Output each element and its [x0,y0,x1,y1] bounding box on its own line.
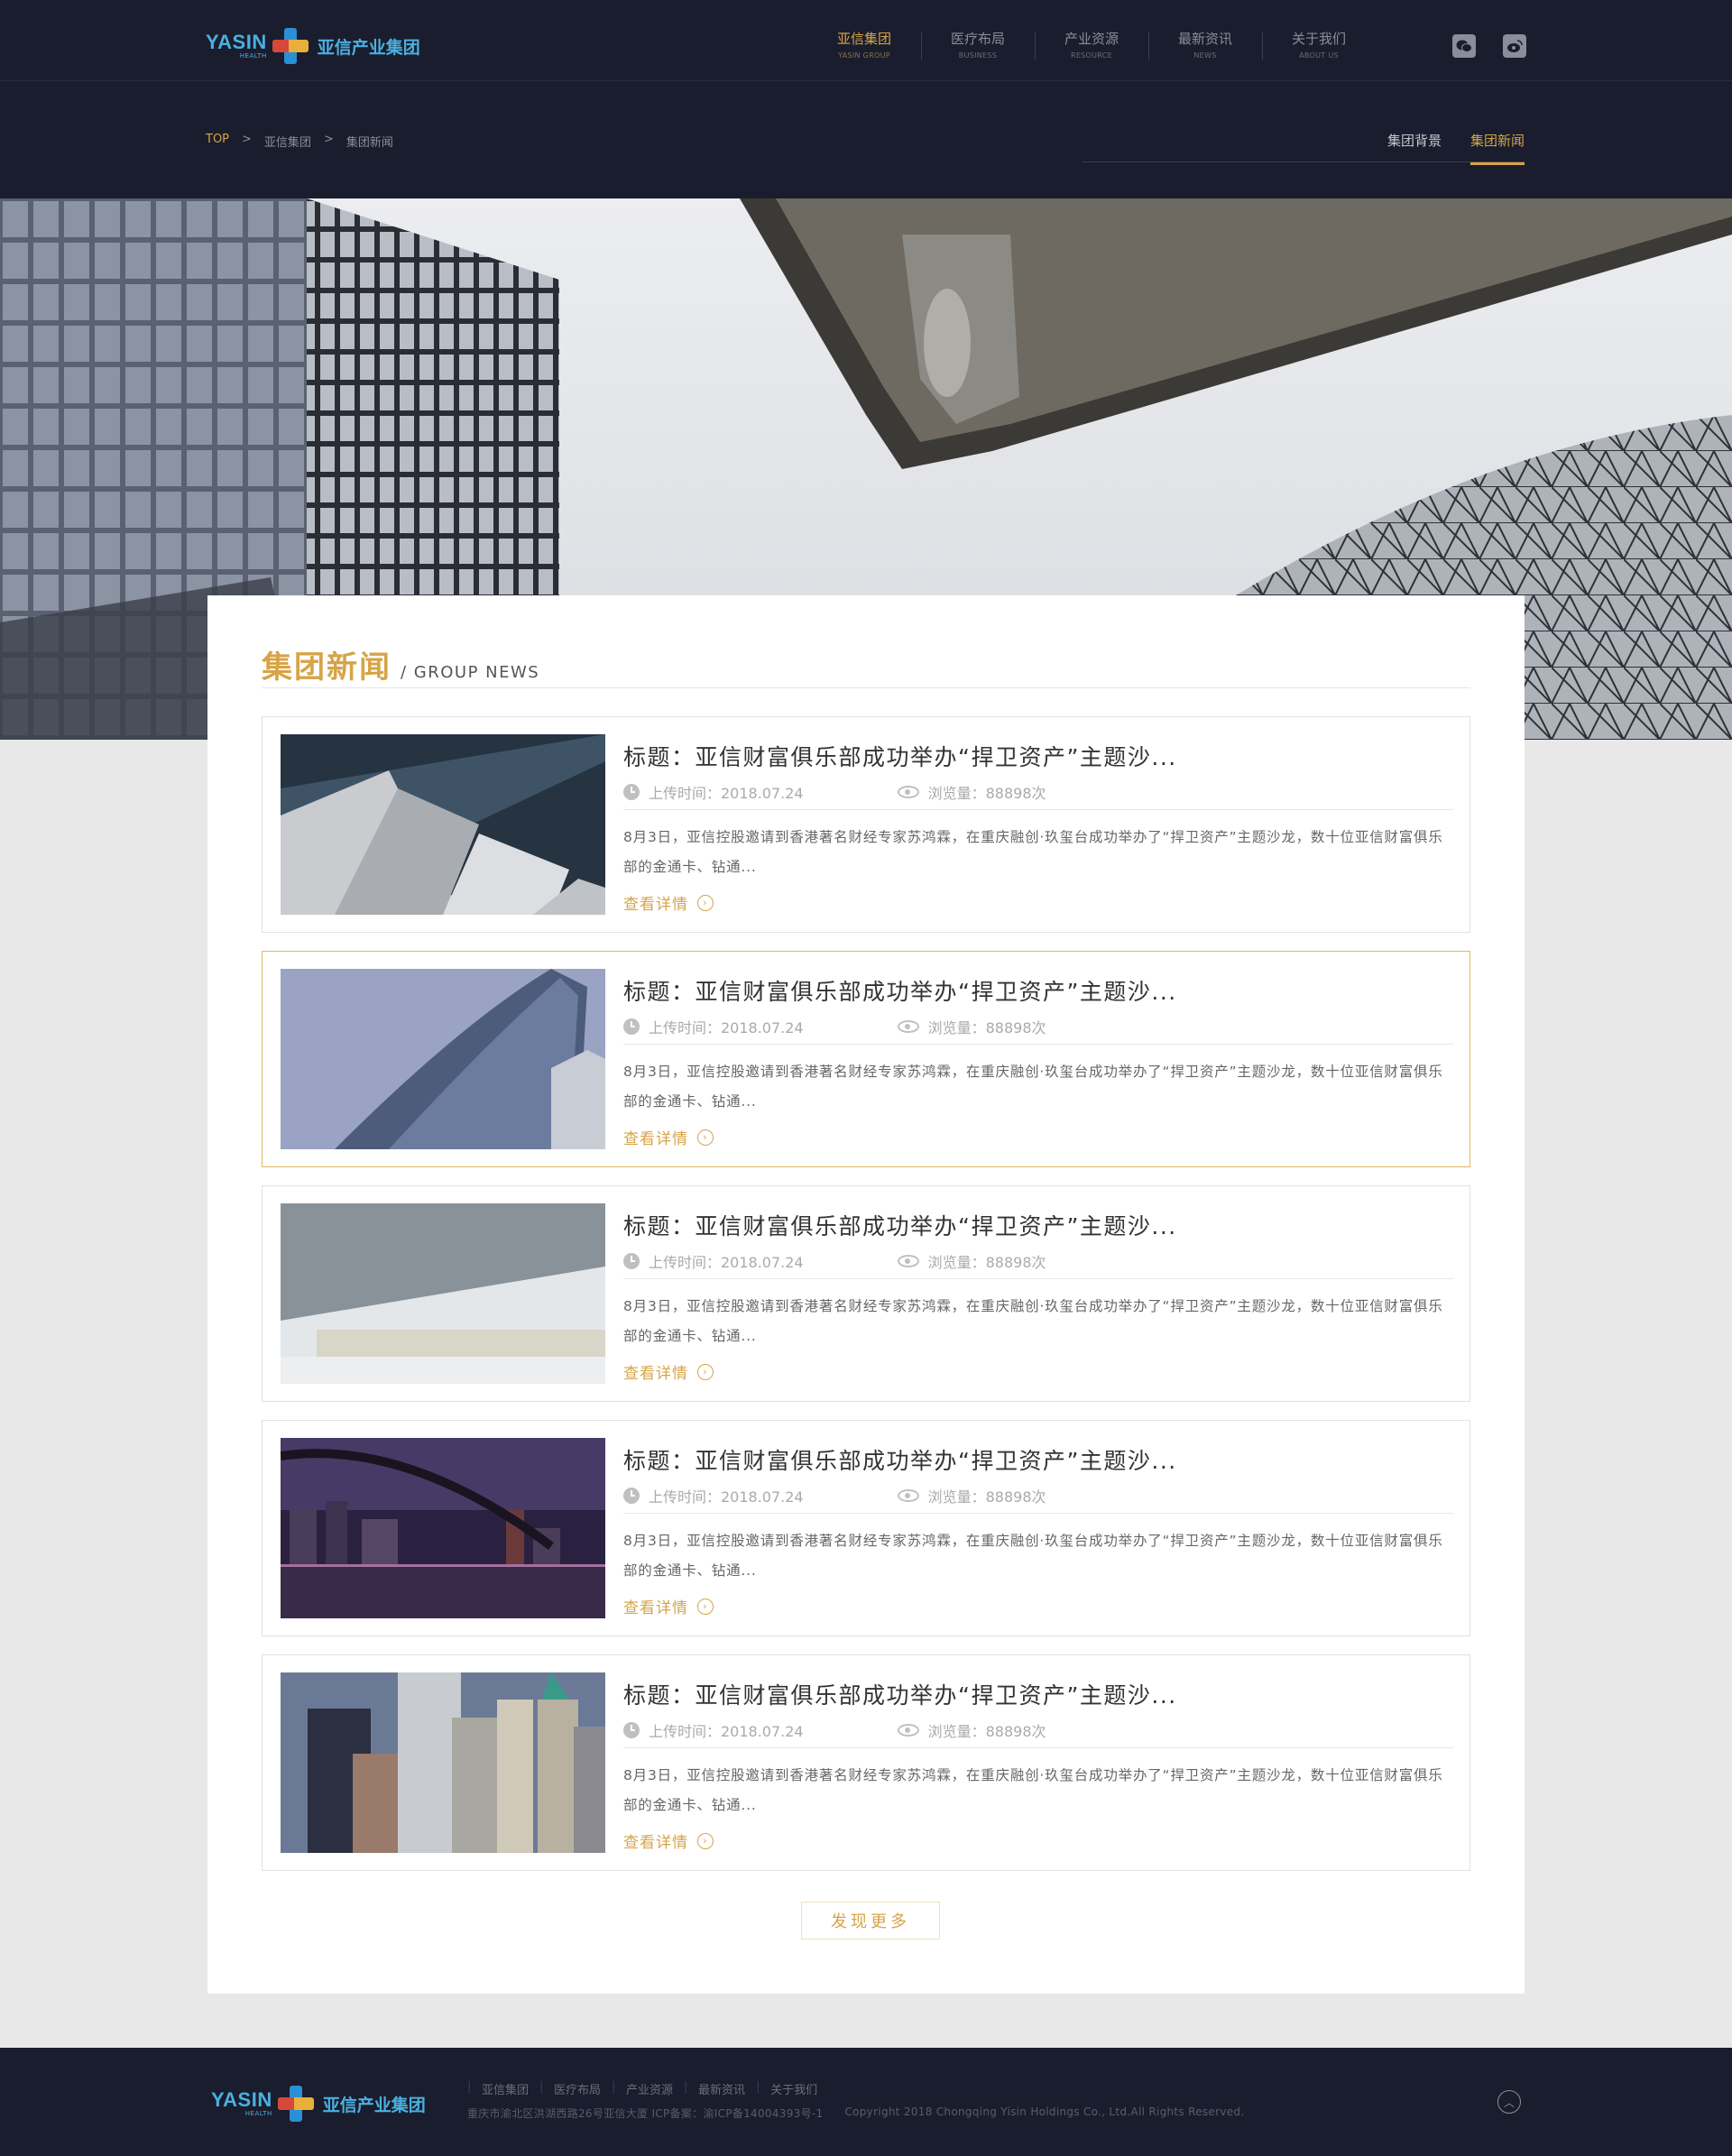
footer-copyright: Copyright 2018 Chongqing Yisin Holdings … [844,2105,1245,2118]
nav-item-group[interactable]: 亚信集团 YASIN GROUP [807,29,921,60]
eye-icon [897,1019,919,1033]
news-views: 浏览量：88898次 [927,1722,1046,1740]
main-nav: 亚信集团 YASIN GROUP 医疗布局 BUSINESS 产业资源 RESOURC… [807,29,1376,60]
news-thumbnail[interactable] [281,1438,605,1618]
news-excerpt: 8月3日，亚信控股邀请到香港著名财经专家苏鸿霖，在重庆融创·玖玺台成功举办了“捍… [623,1533,1443,1579]
clock-icon [623,1487,640,1504]
news-excerpt: 8月3日，亚信控股邀请到香港著名财经专家苏鸿霖，在重庆融创·玖玺台成功举办了“捍… [623,1298,1443,1344]
nav-item-news[interactable]: 最新资讯 NEWS [1148,29,1262,60]
chevron-right-icon: › [697,894,714,911]
footer-nav-about[interactable]: 关于我们 [756,2080,830,2097]
news-date: 上传时间：2018.07.24 [649,1488,804,1506]
site-footer: YASIN HEALTH 亚信产业集团 亚信集团 医疗布局 产业资源 最新资讯 … [0,2048,1732,2156]
logo-en-text: YASIN [206,31,267,53]
news-thumbnail[interactable] [281,969,605,1149]
logo-en-sub: HEALTH [239,52,267,60]
breadcrumb-top[interactable]: TOP [206,133,229,150]
news-views: 浏览量：88898次 [927,1488,1046,1506]
news-card[interactable]: 标题：亚信财富俱乐部成功举办“捍卫资产”主题沙... 上传时间：2018.07.… [262,1654,1470,1871]
footer-nav: 亚信集团 医疗布局 产业资源 最新资讯 关于我们 [467,2080,830,2097]
section-title-cn: 集团新闻 [262,650,392,686]
news-thumbnail[interactable] [281,734,605,915]
eye-icon [897,1254,919,1267]
weibo-icon[interactable] [1503,34,1526,58]
wechat-icon[interactable] [1452,34,1476,58]
news-date: 上传时间：2018.07.24 [649,1253,804,1271]
breadcrumb-sep: > [323,133,334,146]
clock-icon [623,1018,640,1035]
eye-icon [897,785,919,798]
eye-icon [897,1488,919,1502]
footer-address: 重庆市渝北区洪湖西路26号亚信大厦 ICP备案：渝ICP备14004393号-1 [467,2107,824,2120]
footer-nav-group[interactable]: 亚信集团 [467,2080,541,2097]
read-more-link[interactable]: 查看详情 › [623,1360,1453,1383]
logo-cross-icon [272,28,309,64]
news-thumbnail[interactable] [281,1203,605,1384]
header-divider [0,80,1732,81]
nav-item-resource[interactable]: 产业资源 RESOURCE [1035,29,1148,60]
news-card[interactable]: 标题：亚信财富俱乐部成功举办“捍卫资产”主题沙... 上传时间：2018.07.… [262,1185,1470,1402]
logo-cn-text: 亚信产业集团 [317,37,420,58]
news-title[interactable]: 标题：亚信财富俱乐部成功举办“捍卫资产”主题沙... [623,1209,1453,1241]
section-title: 集团新闻 / GROUP NEWS [262,642,539,686]
footer-logo[interactable]: YASIN HEALTH 亚信产业集团 [211,2079,426,2128]
chevron-right-icon: › [697,1832,714,1849]
news-date: 上传时间：2018.07.24 [649,1018,804,1037]
breadcrumb-sep: > [242,133,252,146]
news-card[interactable]: 标题：亚信财富俱乐部成功举办“捍卫资产”主题沙... 上传时间：2018.07.… [262,1420,1470,1636]
site-header: YASIN HEALTH 亚信产业集团 亚信集团 YASIN GROUP 医疗布局… [0,0,1732,198]
news-thumbnail[interactable] [281,1672,605,1853]
breadcrumb-level1[interactable]: 亚信集团 [264,133,311,150]
footer-nav-news[interactable]: 最新资讯 [684,2080,758,2097]
breadcrumb: TOP > 亚信集团 > 集团新闻 [206,133,393,150]
news-views: 浏览量：88898次 [927,1253,1046,1271]
news-date: 上传时间：2018.07.24 [649,1722,804,1740]
logo-en-sub: HEALTH [244,2110,272,2117]
news-card[interactable]: 标题：亚信财富俱乐部成功举办“捍卫资产”主题沙... 上传时间：2018.07.… [262,951,1470,1167]
nav-item-business[interactable]: 医疗布局 BUSINESS [921,29,1035,60]
logo-cross-icon [277,2086,314,2122]
news-excerpt: 8月3日，亚信控股邀请到香港著名财经专家苏鸿霖，在重庆融创·玖玺台成功举办了“捍… [623,829,1443,875]
tab-group-news[interactable]: 集团新闻 [1469,131,1525,165]
clock-icon [623,1252,640,1269]
news-views: 浏览量：88898次 [927,1018,1046,1037]
news-title[interactable]: 标题：亚信财富俱乐部成功举办“捍卫资产”主题沙... [623,1443,1453,1476]
tab-group-background[interactable]: 集团背景 [1387,131,1442,165]
breadcrumb-level2: 集团新闻 [345,136,393,150]
news-title[interactable]: 标题：亚信财富俱乐部成功举办“捍卫资产”主题沙... [623,740,1453,772]
read-more-link[interactable]: 查看详情 › [623,891,1453,914]
logo-cn-text: 亚信产业集团 [322,2095,426,2115]
logo[interactable]: YASIN HEALTH 亚信产业集团 [206,22,420,70]
news-title[interactable]: 标题：亚信财富俱乐部成功举办“捍卫资产”主题沙... [623,974,1453,1007]
chevron-right-icon: › [697,1129,714,1146]
logo-en-text: YASIN [211,2088,272,2111]
social-links [1452,34,1526,58]
chevron-right-icon: › [697,1598,714,1615]
back-to-top-button[interactable]: ︿ [1497,2090,1521,2114]
chevron-up-icon: ︿ [1503,2096,1515,2109]
footer-nav-business[interactable]: 医疗布局 [539,2080,613,2097]
footer-info: 重庆市渝北区洪湖西路26号亚信大厦 ICP备案：渝ICP备14004393号-1… [467,2105,1244,2121]
news-card[interactable]: 标题：亚信财富俱乐部成功举办“捍卫资产”主题沙... 上传时间：2018.07.… [262,716,1470,933]
sub-nav: 集团背景 集团新闻 [1387,131,1525,165]
chevron-right-icon: › [697,1363,714,1380]
news-excerpt: 8月3日，亚信控股邀请到香港著名财经专家苏鸿霖，在重庆融创·玖玺台成功举办了“捍… [623,1767,1443,1813]
read-more-link[interactable]: 查看详情 › [623,1126,1453,1148]
news-panel: 集团新闻 / GROUP NEWS 标题：亚信财富俱乐部成功举办“捍卫资产”主题… [207,595,1525,1994]
clock-icon [623,1721,640,1738]
load-more-button[interactable]: 发现更多 [801,1902,940,1939]
news-title[interactable]: 标题：亚信财富俱乐部成功举办“捍卫资产”主题沙... [623,1678,1453,1710]
section-title-en: / GROUP NEWS [401,663,540,682]
footer-nav-resource[interactable]: 产业资源 [612,2080,686,2097]
read-more-link[interactable]: 查看详情 › [623,1829,1453,1852]
section-divider [262,687,1470,688]
news-date: 上传时间：2018.07.24 [649,784,804,802]
clock-icon [623,783,640,800]
news-excerpt: 8月3日，亚信控股邀请到香港著名财经专家苏鸿霖，在重庆融创·玖玺台成功举办了“捍… [623,1064,1443,1110]
news-views: 浏览量：88898次 [927,784,1046,802]
eye-icon [897,1723,919,1737]
read-more-link[interactable]: 查看详情 › [623,1595,1453,1617]
nav-item-about[interactable]: 关于我们 ABOUT US [1262,29,1376,60]
